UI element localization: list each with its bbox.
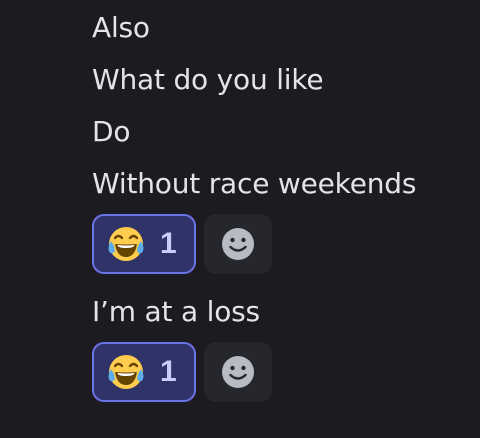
smiley-face-icon xyxy=(222,356,254,388)
message-text: What do you like xyxy=(92,63,324,96)
face-with-tears-of-joy-icon xyxy=(108,227,144,261)
add-reaction-button[interactable] xyxy=(204,342,272,402)
reaction-tears-of-joy[interactable]: 1 xyxy=(92,214,196,274)
message-text: Without race weekends xyxy=(92,167,417,200)
chat-message-group: Also What do you like Do Without race we… xyxy=(0,0,480,438)
reactions-bar: 1 xyxy=(92,214,272,274)
message-text: I’m at a loss xyxy=(92,295,260,328)
reaction-count: 1 xyxy=(160,227,177,260)
reaction-tears-of-joy[interactable]: 1 xyxy=(92,342,196,402)
face-with-tears-of-joy-icon xyxy=(108,355,144,389)
smiley-face-icon xyxy=(222,228,254,260)
reaction-count: 1 xyxy=(160,355,177,388)
message-text: Also xyxy=(92,11,150,44)
message-text: Do xyxy=(92,115,131,148)
reactions-bar: 1 xyxy=(92,342,272,402)
add-reaction-button[interactable] xyxy=(204,214,272,274)
